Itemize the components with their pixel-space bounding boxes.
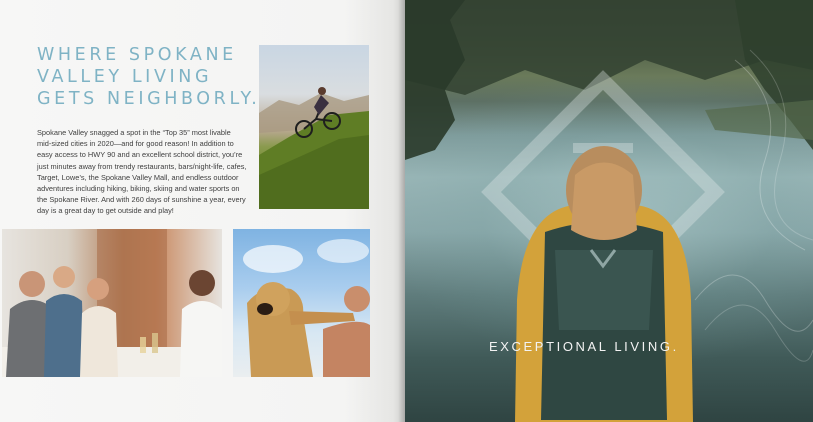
cyclist-illustration [259, 87, 369, 209]
brochure-spread: WHERE SPOKANE VALLEY LIVING GETS NEIGHBO… [0, 0, 813, 422]
left-page: WHERE SPOKANE VALLEY LIVING GETS NEIGHBO… [0, 0, 405, 422]
friends-dining-photo [2, 229, 222, 377]
headline-line-3: GETS NEIGHBORLY. [37, 89, 261, 109]
hiker-lake-illustration [405, 0, 813, 422]
right-page-photo [405, 0, 813, 422]
body-paragraph: Spokane Valley snagged a spot in the “To… [37, 128, 247, 216]
dog-photo [233, 229, 370, 377]
cyclist-photo [259, 45, 369, 209]
page-headline: WHERE SPOKANE VALLEY LIVING GETS NEIGHBO… [37, 44, 260, 110]
friends-illustration [2, 229, 222, 377]
headline-line-1: WHERE SPOKANE [37, 45, 237, 65]
tagline: EXCEPTIONAL LIVING. [489, 339, 679, 354]
headline-line-2: VALLEY LIVING [37, 67, 213, 87]
dog-illustration [243, 239, 370, 377]
hiker-figure [515, 146, 693, 422]
